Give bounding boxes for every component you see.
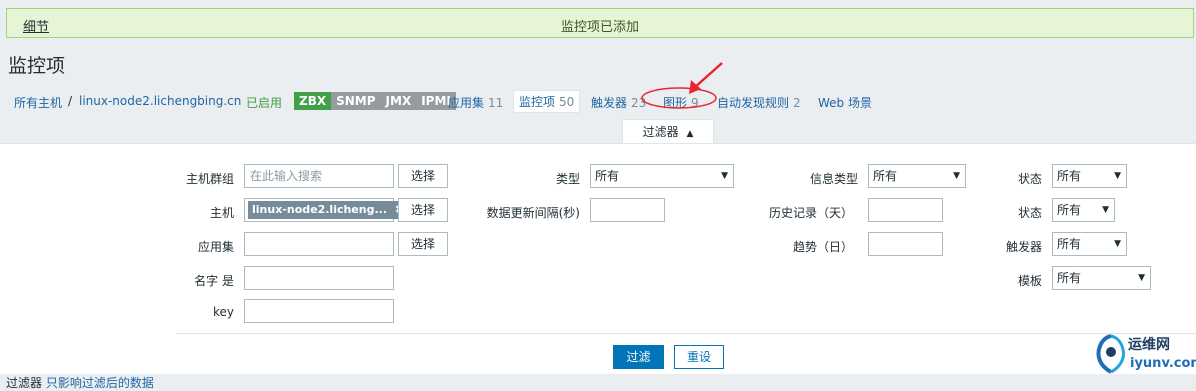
tab-applications[interactable]: 应用集 11 [448, 94, 503, 111]
filter-divider [176, 333, 1196, 334]
caret-up-icon: ▲ [686, 129, 694, 139]
status-select[interactable]: 所有 ▼ [1052, 198, 1115, 222]
application-input[interactable] [244, 232, 394, 256]
watermark-text-en: iyunv.com [1130, 356, 1196, 371]
triggers-select[interactable]: 所有 ▼ [1052, 232, 1127, 256]
host-group-select-button[interactable]: 选择 [398, 164, 448, 188]
availability-tags: ZBX SNMP JMX IPMI [294, 92, 456, 110]
zbx-tag: ZBX [294, 92, 332, 110]
application-label: 应用集 [197, 240, 234, 254]
annotation-arrow-line [693, 62, 723, 89]
type-select[interactable]: 所有 ▼ [590, 164, 734, 188]
host-chip: linux-node2.licheng... ✖ [248, 201, 409, 219]
tab-items-label: 监控项 [519, 95, 556, 109]
filter-info-text: 过滤器 只影响过滤后的数据 [6, 374, 154, 391]
host-multiselect-input[interactable]: linux-node2.licheng... ✖ [244, 198, 409, 222]
page-title: 监控项 [8, 55, 66, 77]
watermark-logo: 运维网 iyunv.com [1094, 330, 1196, 378]
tab-items[interactable]: 监控项 50 [513, 90, 581, 113]
state-select-value: 所有 [1057, 169, 1082, 183]
filter-reset-button[interactable]: 重设 [674, 345, 724, 369]
filter-toggle-tab[interactable]: 过滤器 ▲ [622, 119, 714, 144]
host-chip-label: linux-node2.licheng... [252, 203, 388, 216]
jmx-tag: JMX [380, 92, 417, 110]
host-group-label: 主机群组 [185, 172, 234, 186]
all-hosts-link[interactable]: 所有主机 [14, 94, 62, 111]
dropdown-arrow-icon: ▼ [1114, 239, 1121, 249]
tab-applications-count: 11 [488, 96, 504, 110]
filter-info-prefix: 过滤器 [6, 376, 43, 390]
state-label: 状态 [1017, 172, 1042, 186]
watermark-text-cn: 运维网 [1128, 337, 1170, 353]
info-type-select[interactable]: 所有 ▼ [868, 164, 966, 188]
info-type-select-value: 所有 [873, 169, 898, 183]
breadcrumb-separator: / [68, 94, 73, 108]
history-input[interactable] [868, 198, 943, 222]
tab-graphs-count: 9 [691, 96, 699, 110]
dropdown-arrow-icon: ▼ [1102, 205, 1109, 215]
type-select-value: 所有 [595, 169, 620, 183]
dropdown-arrow-icon: ▼ [1114, 171, 1121, 181]
dropdown-arrow-icon: ▼ [1138, 273, 1145, 283]
tab-applications-label: 应用集 [448, 96, 485, 110]
tab-web-scenarios[interactable]: Web 场景 [818, 94, 872, 111]
tab-items-count: 50 [559, 95, 575, 109]
snmp-tag: SNMP [331, 92, 381, 110]
dropdown-arrow-icon: ▼ [721, 171, 728, 181]
tab-triggers-label: 触发器 [591, 96, 628, 110]
name-input[interactable] [244, 266, 394, 290]
status-label: 状态 [1017, 206, 1042, 220]
tab-graphs-label: 图形 [663, 96, 688, 110]
tab-discovery-rules[interactable]: 自动发现规则 2 [717, 94, 801, 111]
application-select-button[interactable]: 选择 [398, 232, 448, 256]
tab-graphs[interactable]: 图形 9 [663, 94, 699, 111]
host-label: 主机 [209, 206, 234, 220]
key-label: key [212, 305, 234, 319]
template-select[interactable]: 所有 ▼ [1052, 266, 1151, 290]
template-label: 模板 [1017, 274, 1042, 288]
info-type-label: 信息类型 [809, 172, 858, 186]
tab-triggers-count: 23 [631, 96, 647, 110]
tab-triggers[interactable]: 触发器 23 [591, 94, 646, 111]
state-select[interactable]: 所有 ▼ [1052, 164, 1127, 188]
host-link[interactable]: linux-node2.lichengbing.cn [79, 94, 241, 108]
status-select-value: 所有 [1057, 203, 1082, 217]
host-status-enabled[interactable]: 已启用 [246, 94, 282, 111]
name-label: 名字 是 [194, 274, 234, 288]
annotation-arrow-head [689, 80, 701, 94]
triggers-select-value: 所有 [1057, 237, 1082, 251]
trends-label: 趋势（日） [792, 240, 853, 254]
dropdown-arrow-icon: ▼ [953, 171, 960, 181]
update-interval-label: 数据更新间隔(秒) [486, 206, 580, 220]
triggers-label: 触发器 [1005, 240, 1042, 254]
template-select-value: 所有 [1057, 271, 1082, 285]
filter-panel: 主机群组 在此输入搜索 选择 主机 linux-node2.licheng...… [0, 143, 1196, 374]
update-interval-input[interactable] [590, 198, 665, 222]
success-message-text: 监控项已添加 [560, 20, 639, 35]
type-label: 类型 [555, 172, 580, 186]
watermark-icon [1096, 334, 1126, 374]
success-message-banner: 细节 监控项已添加 [6, 8, 1194, 38]
tab-discovery-label: 自动发现规则 [717, 96, 790, 110]
history-label: 历史记录（天） [768, 206, 853, 220]
trends-input[interactable] [868, 232, 943, 256]
filter-tab-label: 过滤器 [642, 125, 679, 139]
host-group-search-input[interactable]: 在此输入搜索 [244, 164, 394, 188]
filter-apply-button[interactable]: 过滤 [613, 345, 664, 369]
tab-discovery-count: 2 [793, 96, 801, 110]
key-input[interactable] [244, 299, 394, 323]
filter-info-rest: 只影响过滤后的数据 [45, 376, 154, 390]
host-select-button[interactable]: 选择 [398, 198, 448, 222]
